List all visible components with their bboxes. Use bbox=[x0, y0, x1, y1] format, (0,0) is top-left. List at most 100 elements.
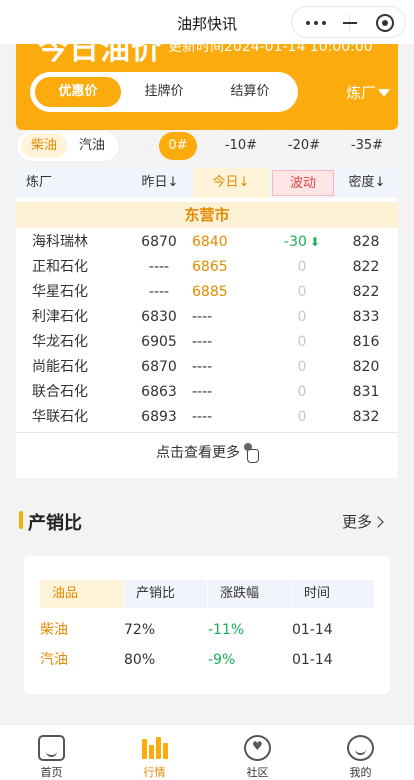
price-type-tabs: 优惠价 挂牌价 结算价 bbox=[30, 72, 298, 112]
ratio-col-ratio: 产销比 bbox=[124, 580, 207, 608]
city-group-header: 东营市 bbox=[16, 202, 398, 228]
home-icon bbox=[38, 735, 65, 761]
density: 822 bbox=[352, 259, 380, 275]
ratio-value: 72% bbox=[124, 622, 156, 638]
col-density-sort[interactable]: 密度↓ bbox=[336, 168, 398, 198]
close-target-icon[interactable] bbox=[376, 14, 394, 32]
price-header: 今日油价 更新时间2024-01-14 10:00:00 优惠价 挂牌价 结算价… bbox=[16, 44, 398, 130]
price-change: 0 bbox=[297, 409, 307, 425]
price-change: 0 bbox=[297, 309, 307, 325]
refinery-name: 利津石化 bbox=[32, 309, 88, 325]
table-row[interactable]: 利津石化 6830 ---- 0 833 bbox=[16, 305, 398, 330]
refinery-filter-label: 炼厂 bbox=[346, 84, 377, 102]
ratio-col-fuel: 油品 bbox=[40, 580, 123, 608]
pointer-hand-icon bbox=[242, 443, 259, 463]
table-row[interactable]: 华星石化 ---- 6885 0 822 bbox=[16, 280, 398, 305]
density: 828 bbox=[352, 234, 380, 250]
yesterday-price: 6893 bbox=[141, 409, 177, 425]
tab-discount-price[interactable]: 优惠价 bbox=[35, 77, 121, 107]
price-change: 0 bbox=[297, 284, 307, 300]
price-table-card: 炼厂 昨日↓ 今日↓ 波动 密度↓ 东营市 海科瑞林 6870 6840 -30… bbox=[16, 168, 398, 478]
today-price: ---- bbox=[192, 409, 213, 425]
section-more-link[interactable]: 更多 bbox=[342, 511, 384, 532]
ratio-table-card: 油品 产销比 涨跌幅 时间 柴油 72% -11% 01-14 汽油 80% -… bbox=[24, 556, 390, 694]
down-arrow-icon: ⬇ bbox=[309, 235, 320, 249]
tab-profile-label: 我的 bbox=[349, 766, 372, 779]
ratio-change: -9% bbox=[208, 652, 236, 668]
section-accent-bar bbox=[19, 511, 23, 529]
table-row[interactable]: 华龙石化 6905 ---- 0 816 bbox=[16, 330, 398, 355]
tab-home-label: 首页 bbox=[40, 766, 63, 779]
grade-minus10-chip[interactable]: -10# bbox=[214, 132, 268, 160]
ratio-fuel: 柴油 bbox=[40, 622, 68, 638]
density: 816 bbox=[352, 334, 380, 350]
today-price: ---- bbox=[192, 384, 213, 400]
view-more-label: 点击查看更多 bbox=[156, 445, 240, 461]
bottom-tabbar: 首页 行情 社区 我的 bbox=[0, 724, 414, 780]
community-chat-icon bbox=[244, 735, 271, 761]
ratio-col-change: 涨跌幅 bbox=[208, 580, 291, 608]
tab-listed-price[interactable]: 挂牌价 bbox=[121, 77, 207, 107]
section-more-label: 更多 bbox=[342, 513, 373, 531]
today-price: 6885 bbox=[192, 284, 228, 300]
app-page: 油邦快讯 今日油价 更新时间2024-01-14 10:00:00 优惠价 挂牌… bbox=[0, 0, 414, 780]
ratio-change: -11% bbox=[208, 622, 245, 638]
price-change: -30 ⬇ bbox=[272, 230, 332, 255]
grade-minus20-chip[interactable]: -20# bbox=[278, 132, 330, 160]
tab-community[interactable]: 社区 bbox=[206, 725, 309, 780]
tab-settlement-price[interactable]: 结算价 bbox=[207, 77, 293, 107]
tab-profile[interactable]: 我的 bbox=[309, 725, 412, 780]
miniprogram-capsule bbox=[291, 6, 406, 38]
table-row[interactable]: 华联石化 6893 ---- 0 832 bbox=[16, 405, 398, 430]
fuel-diesel-chip[interactable]: 柴油 bbox=[21, 134, 67, 158]
density: 832 bbox=[352, 409, 380, 425]
grade-minus35-chip[interactable]: -35# bbox=[341, 132, 393, 160]
grade-0-chip[interactable]: 0# bbox=[159, 132, 197, 160]
tab-home[interactable]: 首页 bbox=[0, 725, 103, 780]
tab-market-label: 行情 bbox=[143, 766, 166, 779]
density: 822 bbox=[352, 284, 380, 300]
refinery-name: 正和石化 bbox=[32, 259, 88, 275]
ratio-time: 01-14 bbox=[292, 622, 333, 638]
yesterday-price: 6870 bbox=[141, 359, 177, 375]
refinery-filter-button[interactable]: 炼厂 bbox=[346, 82, 391, 103]
view-more-button[interactable]: 点击查看更多 bbox=[16, 442, 398, 463]
price-change: 0 bbox=[297, 359, 307, 375]
yesterday-price: 6870 bbox=[141, 234, 177, 250]
fuel-gasoline-chip[interactable]: 汽油 bbox=[69, 134, 115, 158]
refinery-name: 海科瑞林 bbox=[32, 234, 88, 250]
col-yesterday-sort[interactable]: 昨日↓ bbox=[128, 168, 192, 198]
ratio-fuel: 汽油 bbox=[40, 652, 68, 668]
profile-icon bbox=[347, 735, 374, 761]
refinery-name: 华联石化 bbox=[32, 409, 88, 425]
section-title: 产销比 bbox=[28, 513, 82, 534]
yesterday-price: ---- bbox=[148, 259, 170, 275]
ratio-row[interactable]: 汽油 80% -9% 01-14 bbox=[24, 647, 390, 673]
minimize-icon[interactable] bbox=[343, 22, 357, 24]
price-change: 0 bbox=[297, 259, 307, 275]
col-today-sort[interactable]: 今日↓ bbox=[193, 168, 269, 198]
table-row[interactable]: 联合石化 6863 ---- 0 831 bbox=[16, 380, 398, 405]
today-price: ---- bbox=[192, 309, 213, 325]
density: 831 bbox=[352, 384, 380, 400]
filter-icon bbox=[378, 89, 391, 97]
today-price: ---- bbox=[192, 334, 213, 350]
header-title: 今日油价 bbox=[38, 44, 162, 67]
ratio-col-time: 时间 bbox=[292, 580, 374, 608]
fuel-type-toggle: 柴油 汽油 bbox=[16, 130, 120, 162]
table-row[interactable]: 海科瑞林 6870 6840 -30 ⬇ 828 bbox=[16, 230, 398, 255]
yesterday-price: 6905 bbox=[141, 334, 177, 350]
yesterday-price: ---- bbox=[148, 284, 170, 300]
col-fluctuation[interactable]: 波动 bbox=[272, 170, 334, 196]
today-price: 6840 bbox=[192, 234, 228, 250]
more-dots-icon[interactable] bbox=[306, 21, 328, 25]
density: 820 bbox=[352, 359, 380, 375]
refinery-name: 华星石化 bbox=[32, 284, 88, 300]
today-price: ---- bbox=[192, 359, 213, 375]
ratio-row[interactable]: 柴油 72% -11% 01-14 bbox=[24, 617, 390, 643]
density: 833 bbox=[352, 309, 380, 325]
table-row[interactable]: 尚能石化 6870 ---- 0 820 bbox=[16, 355, 398, 380]
table-row[interactable]: 正和石化 ---- 6865 0 822 bbox=[16, 255, 398, 280]
tab-market[interactable]: 行情 bbox=[103, 725, 206, 780]
refinery-name: 尚能石化 bbox=[32, 359, 88, 375]
